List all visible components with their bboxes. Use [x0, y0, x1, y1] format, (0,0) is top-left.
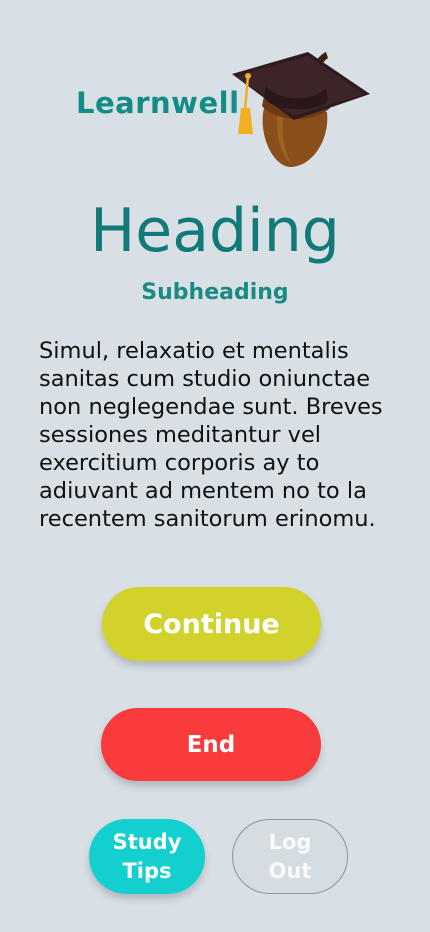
logout-button-label: Log Out: [268, 829, 312, 883]
continue-button-label: Continue: [143, 608, 280, 640]
end-button[interactable]: End: [101, 708, 321, 781]
study-tips-button-label: Study Tips: [112, 829, 182, 883]
logout-button[interactable]: Log Out: [232, 819, 348, 894]
brand-name: Learnwell: [76, 86, 240, 120]
study-tips-button[interactable]: Study Tips: [89, 819, 205, 894]
continue-button[interactable]: Continue: [102, 587, 321, 661]
page-heading: Heading: [90, 196, 340, 266]
body-paragraph: Simul, relaxatio et mentalis sanitas cum…: [39, 338, 383, 532]
page-subheading: Subheading: [141, 280, 289, 305]
acorn-graduation-cap-icon: [232, 52, 370, 167]
end-button-label: End: [186, 731, 236, 758]
